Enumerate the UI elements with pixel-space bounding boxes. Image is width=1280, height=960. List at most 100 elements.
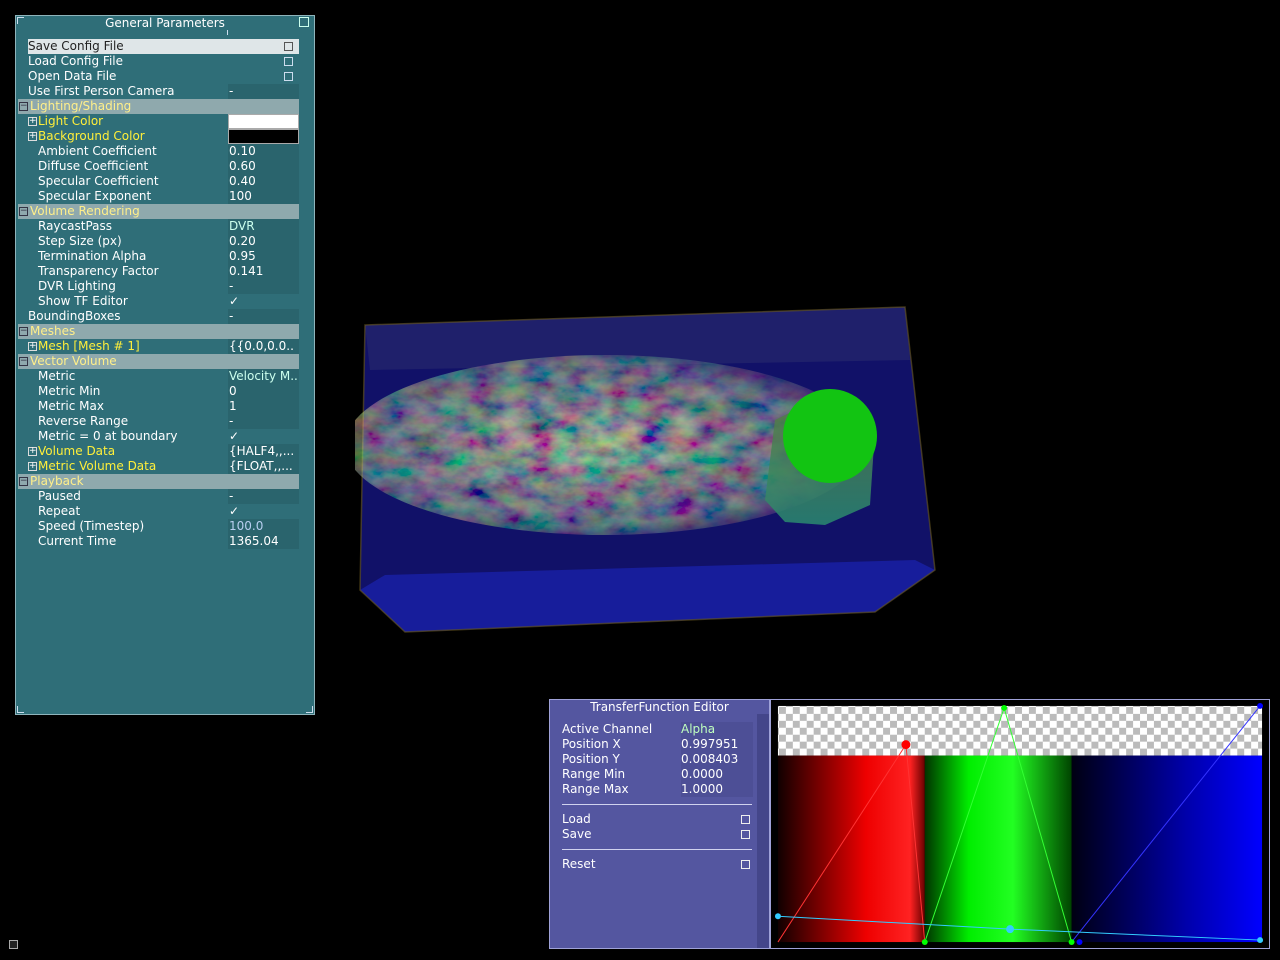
transparency-factor-row: Transparency Factor 0.141: [38, 264, 299, 279]
volume-data-row[interactable]: + Volume Data {HALF4,,...: [28, 444, 299, 459]
expand-icon[interactable]: +: [28, 117, 37, 126]
status-icon[interactable]: [9, 940, 18, 949]
range-min-field[interactable]: 0.0000: [681, 767, 753, 782]
light-color-swatch[interactable]: [228, 114, 299, 129]
active-channel-select[interactable]: Alpha: [681, 722, 753, 737]
collapse-icon[interactable]: −: [19, 357, 28, 366]
ambient-coefficient-field[interactable]: 0.10: [228, 144, 299, 159]
alpha-control-point[interactable]: [1006, 925, 1015, 934]
collapse-icon[interactable]: −: [19, 477, 28, 486]
tf-save-button[interactable]: Save: [562, 827, 754, 842]
raycast-pass-select[interactable]: DVR: [228, 219, 299, 234]
tf-curve-canvas[interactable]: [770, 699, 1270, 949]
expand-icon[interactable]: +: [28, 342, 37, 351]
resize-corner-icon[interactable]: [306, 706, 313, 713]
termination-alpha-field[interactable]: 0.95: [228, 249, 299, 264]
button-icon: [284, 42, 293, 51]
expand-icon[interactable]: +: [28, 447, 37, 456]
button-icon: [284, 57, 293, 66]
reverse-range-toggle[interactable]: -: [228, 414, 299, 429]
alpha-control-point[interactable]: [774, 913, 781, 920]
range-max-row: Range Max 1.0000: [562, 782, 754, 797]
position-x-field[interactable]: 0.997951: [681, 737, 753, 752]
volume-data-value[interactable]: {HALF4,,...: [228, 444, 299, 459]
alpha-checker: [777, 705, 1263, 756]
metric-max-row: Metric Max 1: [38, 399, 299, 414]
general-parameters-panel: General Parameters Save Config File Load…: [15, 15, 315, 715]
dvr-lighting-row: DVR Lighting -: [38, 279, 299, 294]
bounding-boxes-toggle[interactable]: -: [228, 309, 299, 324]
expand-icon[interactable]: +: [28, 462, 37, 471]
separator: [562, 804, 752, 805]
show-tf-editor-checkbox[interactable]: ✓: [228, 294, 299, 309]
collapse-icon[interactable]: −: [19, 207, 28, 216]
green-control-point[interactable]: [921, 939, 928, 946]
green-control-point[interactable]: [1068, 939, 1075, 946]
volume-render-viewport[interactable]: [355, 300, 945, 640]
metric-min-row: Metric Min 0: [38, 384, 299, 399]
active-channel-row: Active Channel Alpha: [562, 722, 754, 737]
splitter-handle[interactable]: [227, 30, 228, 35]
raycast-pass-row: RaycastPass DVR: [38, 219, 299, 234]
background-color-swatch[interactable]: [228, 129, 299, 144]
specular-coefficient-field[interactable]: 0.40: [228, 174, 299, 189]
speed-field[interactable]: 100.0: [228, 519, 299, 534]
transparency-factor-field[interactable]: 0.141: [228, 264, 299, 279]
group-lighting-shading[interactable]: − Lighting/Shading: [18, 99, 299, 114]
open-data-file-button[interactable]: Open Data File: [28, 69, 299, 84]
blue-control-point[interactable]: [1076, 939, 1083, 946]
metric-min-field[interactable]: 0: [228, 384, 299, 399]
tf-reset-button[interactable]: Reset: [562, 857, 754, 872]
termination-alpha-row: Termination Alpha 0.95: [38, 249, 299, 264]
specular-exponent-field[interactable]: 100: [228, 189, 299, 204]
minimize-icon[interactable]: [299, 17, 309, 27]
metric-max-field[interactable]: 1: [228, 399, 299, 414]
paused-toggle[interactable]: -: [228, 489, 299, 504]
first-person-camera-toggle[interactable]: Use First Person Camera -: [28, 84, 299, 99]
repeat-checkbox[interactable]: ✓: [228, 504, 299, 519]
tf-editor-panel: TransferFunction Editor Active Channel A…: [549, 699, 770, 949]
show-tf-editor-row: Show TF Editor ✓: [38, 294, 299, 309]
tf-editor-scrollbar[interactable]: [757, 714, 769, 948]
metric-select[interactable]: Velocity M..: [228, 369, 299, 384]
resize-corner-icon[interactable]: [17, 17, 24, 24]
metric-zero-boundary-checkbox[interactable]: ✓: [228, 429, 299, 444]
metric-volume-data-value[interactable]: {FLOAT,,...: [228, 459, 299, 474]
reverse-range-row: Reverse Range -: [38, 414, 299, 429]
range-max-field[interactable]: 1.0000: [681, 782, 753, 797]
diffuse-coefficient-field[interactable]: 0.60: [228, 159, 299, 174]
dvr-lighting-toggle[interactable]: -: [228, 279, 299, 294]
collapse-icon[interactable]: −: [19, 327, 28, 336]
light-color-row[interactable]: + Light Color: [28, 114, 299, 129]
green-control-point[interactable]: [1001, 704, 1008, 711]
save-config-file-button[interactable]: Save Config File: [28, 39, 299, 54]
metric-zero-boundary-row: Metric = 0 at boundary ✓: [38, 429, 299, 444]
blue-control-point[interactable]: [1257, 702, 1264, 709]
collapse-icon[interactable]: −: [19, 102, 28, 111]
load-config-file-button[interactable]: Load Config File: [28, 54, 299, 69]
alpha-control-point[interactable]: [1257, 937, 1264, 944]
mesh-value[interactable]: {{0.0,0.0..: [228, 339, 299, 354]
group-vector-volume[interactable]: − Vector Volume: [18, 354, 299, 369]
background-color-row[interactable]: + Background Color: [28, 129, 299, 144]
range-min-row: Range Min 0.0000: [562, 767, 754, 782]
metric-row: Metric Velocity M..: [38, 369, 299, 384]
speed-row: Speed (Timestep) 100.0: [38, 519, 299, 534]
group-playback[interactable]: − Playback: [18, 474, 299, 489]
tf-load-button[interactable]: Load: [562, 812, 754, 827]
group-meshes[interactable]: − Meshes: [18, 324, 299, 339]
current-time-field[interactable]: 1365.04: [228, 534, 299, 549]
blue-band: [1071, 755, 1263, 943]
paused-row: Paused -: [38, 489, 299, 504]
resize-corner-icon[interactable]: [17, 706, 24, 713]
group-volume-rendering[interactable]: − Volume Rendering: [18, 204, 299, 219]
cylinder-cap: [783, 389, 877, 483]
metric-volume-data-row[interactable]: + Metric Volume Data {FLOAT,,...: [28, 459, 299, 474]
position-y-field[interactable]: 0.008403: [681, 752, 753, 767]
step-size-field[interactable]: 0.20: [228, 234, 299, 249]
red-control-point[interactable]: [901, 740, 911, 750]
mesh-row[interactable]: + Mesh [Mesh # 1] {{0.0,0.0..: [28, 339, 299, 354]
ambient-coefficient-row: Ambient Coefficient 0.10: [38, 144, 299, 159]
panel-title: General Parameters: [105, 16, 225, 30]
expand-icon[interactable]: +: [28, 132, 37, 141]
